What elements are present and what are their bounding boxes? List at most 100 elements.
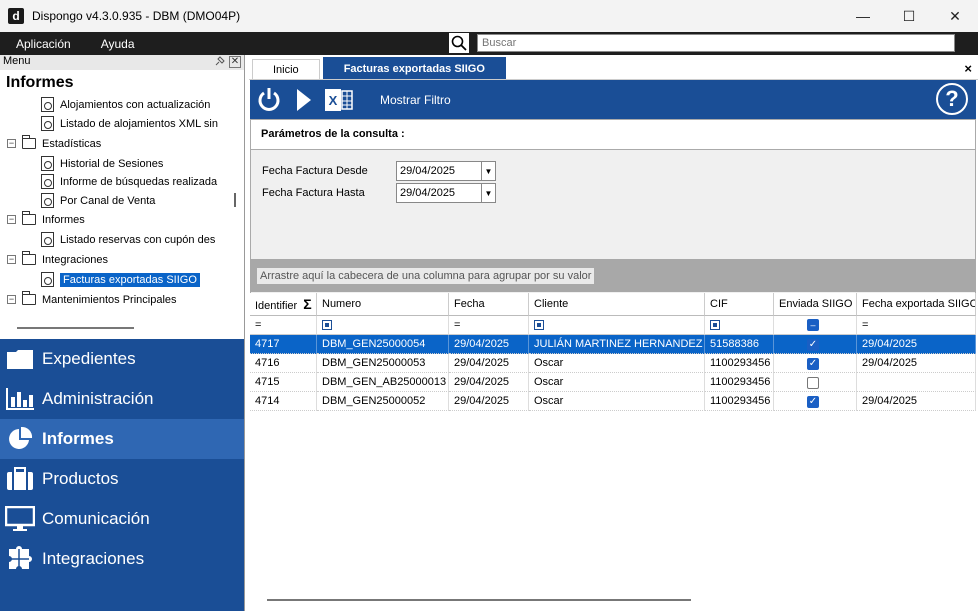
menu-aplicacion[interactable]: Aplicación (0, 37, 87, 51)
cell-enviada (774, 373, 857, 392)
report-icon (41, 156, 54, 171)
column-header-identifier[interactable]: Identifier Σ (250, 293, 317, 316)
close-pane-icon[interactable]: ✕ (229, 56, 241, 68)
filter-identifier[interactable]: = (250, 316, 317, 335)
search-icon[interactable] (449, 33, 469, 53)
tree-folder-informes[interactable]: − Informes (7, 210, 85, 229)
column-header-cif[interactable]: CIF (705, 293, 774, 316)
filter-cif[interactable] (705, 316, 774, 335)
tree-item-reservas-cupon[interactable]: Listado reservas con cupón des (41, 230, 215, 249)
help-icon[interactable]: ? (936, 83, 968, 115)
table-row[interactable]: 4714 DBM_GEN25000052 29/04/2025 Oscar 11… (250, 392, 976, 411)
grid-horizontal-scrollbar[interactable] (267, 599, 691, 601)
table-row[interactable]: 4716 DBM_GEN25000053 29/04/2025 Oscar 11… (250, 354, 976, 373)
tree-horizontal-scrollbar[interactable] (17, 327, 134, 329)
tree-vertical-scrollbar[interactable] (234, 193, 236, 207)
params-title: Parámetros de la consulta : (251, 120, 975, 150)
svg-text:X: X (329, 93, 338, 108)
filter-cliente[interactable] (529, 316, 705, 335)
menu-ayuda[interactable]: Ayuda (87, 37, 151, 51)
nav-expedientes[interactable]: Expedientes (0, 339, 244, 379)
tree-folder-estadisticas[interactable]: − Estadísticas (7, 134, 101, 153)
tree-item-alojamientos-actualizacion[interactable]: Alojamientos con actualización (41, 95, 210, 114)
equals-icon: = (255, 319, 262, 331)
cell-identifier: 4717 (250, 335, 317, 354)
pin-icon[interactable] (214, 56, 226, 70)
show-filter-button[interactable]: Mostrar Filtro (380, 93, 451, 107)
maximize-button[interactable]: ☐ (886, 0, 932, 32)
tree-item-informe-busquedas[interactable]: Informe de búsquedas realizada (41, 172, 217, 191)
app-logo-icon: d (8, 8, 24, 24)
cell-identifier: 4715 (250, 373, 317, 392)
nav-productos[interactable]: Productos (0, 459, 244, 499)
group-by-bar[interactable]: Arrastre aquí la cabecera de una columna… (250, 259, 976, 292)
close-tab-icon[interactable]: × (964, 61, 972, 76)
nav-integraciones[interactable]: Integraciones (0, 539, 244, 579)
minimize-button[interactable]: — (840, 0, 886, 32)
tab-inicio[interactable]: Inicio (252, 59, 320, 79)
collapse-icon[interactable]: − (7, 215, 16, 224)
sum-icon[interactable]: Σ (303, 296, 311, 312)
report-icon (41, 116, 54, 131)
tree-folder-mantenimientos[interactable]: − Mantenimientos Principales (7, 290, 177, 309)
cell-fecha-exportada: 29/04/2025 (857, 335, 976, 354)
cell-identifier: 4716 (250, 354, 317, 373)
nav-comunicacion[interactable]: Comunicación (0, 499, 244, 539)
report-icon (41, 232, 54, 247)
filter-numero[interactable] (317, 316, 449, 335)
collapse-icon[interactable]: − (7, 255, 16, 264)
cell-cif: 1100293456 (705, 392, 774, 411)
column-header-numero[interactable]: Numero (317, 293, 449, 316)
run-icon[interactable] (296, 88, 312, 112)
excel-export-icon[interactable]: X (324, 87, 354, 113)
folder-icon (22, 211, 36, 225)
fecha-desde-label: Fecha Factura Desde (262, 165, 368, 177)
menu-pane-title: Menu (3, 55, 31, 67)
search-input[interactable] (477, 34, 955, 52)
nav-label: Informes (42, 429, 114, 448)
nav-informes[interactable]: Informes (0, 419, 244, 459)
equals-icon: = (862, 319, 869, 331)
collapse-icon[interactable]: − (7, 139, 16, 148)
window-title: Dispongo v4.3.0.935 - DBM (DMO04P) (32, 9, 241, 23)
tab-facturas-siigo[interactable]: Facturas exportadas SIIGO (322, 57, 506, 79)
column-header-cliente[interactable]: Cliente (529, 293, 705, 316)
tree-item-canal-venta[interactable]: Por Canal de Venta (41, 191, 155, 210)
column-header-fecha[interactable]: Fecha (449, 293, 529, 316)
power-icon[interactable] (257, 87, 281, 113)
monitor-icon (5, 506, 35, 532)
checkbox-checked[interactable]: ✓ (807, 339, 819, 351)
column-header-fecha-exportada[interactable]: Fecha exportada SIIGO (857, 293, 976, 316)
fecha-hasta-input[interactable]: 29/04/2025 ▼ (396, 183, 496, 203)
suitcase-icon (5, 466, 35, 492)
param-fecha-desde: Fecha Factura Desde 29/04/2025 ▼ (262, 161, 496, 181)
cell-fecha-exportada: 29/04/2025 (857, 354, 976, 373)
dropdown-arrow-icon[interactable]: ▼ (481, 184, 495, 202)
tree-item-label: Alojamientos con actualización (60, 98, 211, 111)
indeterminate-checkbox[interactable]: – (807, 319, 819, 331)
collapse-icon[interactable]: − (7, 295, 16, 304)
filter-row: = = – = (250, 316, 976, 335)
table-row[interactable]: 4717 DBM_GEN25000054 29/04/2025 JULIÁN M… (250, 335, 976, 354)
tree-item-historial-sesiones[interactable]: Historial de Sesiones (41, 154, 163, 173)
close-window-button[interactable]: ✕ (932, 0, 978, 32)
column-header-enviada-siigo[interactable]: Enviada SIIGO (774, 293, 857, 316)
filter-enviada[interactable]: – (774, 316, 857, 335)
fecha-hasta-value: 29/04/2025 (400, 187, 456, 199)
tree-folder-integraciones[interactable]: − Integraciones (7, 250, 108, 269)
fecha-desde-input[interactable]: 29/04/2025 ▼ (396, 161, 496, 181)
checkbox-checked[interactable]: ✓ (807, 358, 819, 370)
tree-item-alojamientos-xml[interactable]: Listado de alojamientos XML sin (41, 114, 218, 133)
checkbox-unchecked[interactable] (807, 377, 819, 389)
nav-administracion[interactable]: Administración (0, 379, 244, 419)
filter-fecha[interactable]: = (449, 316, 529, 335)
filter-fecha-exportada[interactable]: = (857, 316, 976, 335)
table-row[interactable]: 4715 DBM_GEN_AB25000013 29/04/2025 Oscar… (250, 373, 976, 392)
dropdown-arrow-icon[interactable]: ▼ (481, 162, 495, 180)
checkbox-checked[interactable]: ✓ (807, 396, 819, 408)
group-by-hint: Arrastre aquí la cabecera de una columna… (257, 268, 595, 284)
cell-numero: DBM_GEN25000054 (317, 335, 449, 354)
tree-item-facturas-siigo[interactable]: Facturas exportadas SIIGO (41, 270, 200, 289)
folder-icon (22, 251, 36, 265)
cell-cif: 1100293456 (705, 373, 774, 392)
